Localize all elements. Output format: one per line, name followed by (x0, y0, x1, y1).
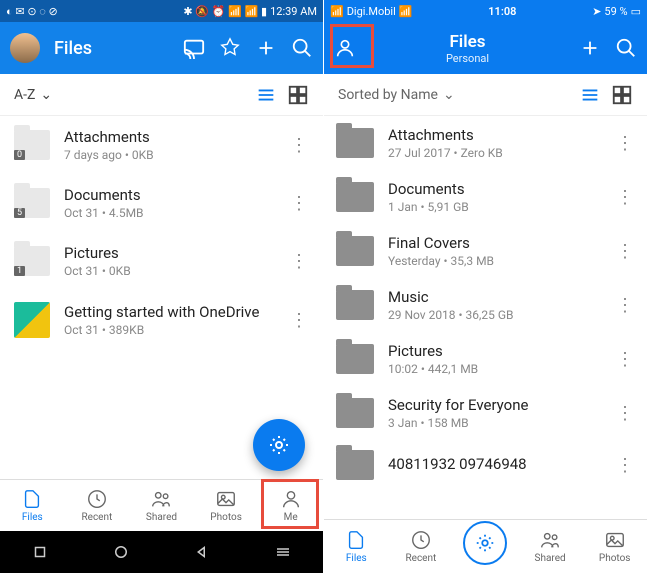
nav-back[interactable] (193, 543, 211, 561)
grid-view-icon[interactable] (287, 84, 309, 106)
folder-icon: 5 (14, 188, 50, 218)
tab-shared[interactable]: Shared (518, 520, 583, 573)
tab-bar: Files Recent Shared Photos (324, 519, 647, 573)
chevron-down-icon: ⌄ (443, 87, 455, 103)
list-item[interactable]: Pictures10:02 • 442,1 MB⋮ (324, 332, 647, 386)
tab-recent[interactable]: Recent (65, 480, 130, 531)
list-item[interactable]: Documents1 Jan • 5,91 GB⋮ (324, 170, 647, 224)
search-icon[interactable] (291, 37, 313, 59)
list-item[interactable]: Final CoversYesterday • 35,3 MB⋮ (324, 224, 647, 278)
sort-button[interactable]: Sorted by Name ⌄ (338, 87, 455, 103)
file-thumbnail (14, 302, 50, 338)
search-icon[interactable] (615, 37, 637, 59)
carrier: Digi.Mobil (347, 5, 396, 18)
folder-icon (336, 182, 374, 212)
scan-fab[interactable] (253, 419, 305, 471)
folder-icon (336, 398, 374, 428)
more-icon[interactable]: ⋮ (615, 403, 635, 424)
more-icon[interactable]: ⋮ (289, 193, 309, 214)
android-screen: ◐ ✉ ⊙ ◌ ⊘ ✱ 🔕 ⏰ 📶 📶 ▮ 12:39 AM Files A-Z… (0, 0, 324, 573)
folder-icon: 1 (14, 246, 50, 276)
list-item[interactable]: 0 Attachments7 days ago • 0KB ⋮ (0, 116, 323, 174)
list-item[interactable]: 5 DocumentsOct 31 • 4.5MB ⋮ (0, 174, 323, 232)
profile-icon[interactable] (334, 37, 356, 59)
battery-text: 59 % (604, 5, 627, 18)
folder-icon (336, 128, 374, 158)
status-time: 12:39 AM (270, 5, 317, 18)
list-item[interactable]: Security for Everyone3 Jan • 158 MB⋮ (324, 386, 647, 440)
android-navbar (0, 531, 323, 573)
tab-shared[interactable]: Shared (129, 480, 194, 531)
location-icon: ➤ (592, 5, 601, 18)
list-item[interactable]: Attachments27 Jul 2017 • Zero KB⋮ (324, 116, 647, 170)
page-title-stack: Files Personal (370, 32, 565, 65)
status-icons: ◐ ✉ ⊙ ◌ ⊘ (6, 5, 58, 18)
nav-recent[interactable] (31, 543, 49, 561)
status-bar: ◐ ✉ ⊙ ◌ ⊘ ✱ 🔕 ⏰ 📶 📶 ▮ 12:39 AM (0, 0, 323, 22)
list-item[interactable]: Getting started with OneDriveOct 31 • 38… (0, 290, 323, 350)
tab-recent[interactable]: Recent (389, 520, 454, 573)
more-icon[interactable]: ⋮ (289, 251, 309, 272)
more-icon[interactable]: ⋮ (615, 295, 635, 316)
folder-icon: 0 (14, 130, 50, 160)
cast-icon[interactable] (183, 37, 205, 59)
add-icon[interactable] (255, 37, 277, 59)
more-icon[interactable]: ⋮ (615, 455, 635, 476)
tab-bar: Files Recent Shared Photos Me (0, 479, 323, 531)
nav-home[interactable] (112, 543, 130, 561)
premium-icon[interactable] (219, 37, 241, 59)
app-header: Files Personal (324, 22, 647, 74)
sort-row: Sorted by Name ⌄ (324, 74, 647, 116)
grid-view-icon[interactable] (611, 84, 633, 106)
more-icon[interactable]: ⋮ (289, 135, 309, 156)
sort-row: A-Z ⌄ (0, 74, 323, 116)
sort-button[interactable]: A-Z ⌄ (14, 87, 52, 103)
ios-screen: 📶 Digi.Mobil 📶 11:08 ➤ 59 % ▭ Files Pers… (324, 0, 648, 573)
folder-icon (336, 236, 374, 266)
list-item[interactable]: Music29 Nov 2018 • 36,25 GB⋮ (324, 278, 647, 332)
more-icon[interactable]: ⋮ (289, 310, 309, 331)
add-icon[interactable] (579, 37, 601, 59)
signal-icon: 📶 (330, 5, 344, 18)
page-title: Files (54, 38, 169, 59)
list-item[interactable]: 1 PicturesOct 31 • 0KB ⋮ (0, 232, 323, 290)
status-bar: 📶 Digi.Mobil 📶 11:08 ➤ 59 % ▭ (324, 0, 647, 22)
status-icons: ✱ 🔕 ⏰ 📶 📶 ▮ (183, 5, 267, 18)
avatar[interactable] (10, 33, 40, 63)
tab-scan[interactable] (453, 520, 518, 573)
scan-fab-icon (463, 521, 507, 565)
list-view-icon[interactable] (579, 84, 601, 106)
battery-icon: ▭ (631, 5, 641, 18)
tab-photos[interactable]: Photos (582, 520, 647, 573)
file-list: Attachments27 Jul 2017 • Zero KB⋮ Docume… (324, 116, 647, 519)
folder-icon (336, 290, 374, 320)
more-icon[interactable]: ⋮ (615, 187, 635, 208)
more-icon[interactable]: ⋮ (615, 349, 635, 370)
tab-files[interactable]: Files (324, 520, 389, 573)
chevron-down-icon: ⌄ (40, 87, 52, 103)
tab-files[interactable]: Files (0, 480, 65, 531)
app-header: Files (0, 22, 323, 74)
more-icon[interactable]: ⋮ (615, 133, 635, 154)
folder-icon (336, 344, 374, 374)
folder-icon (336, 450, 374, 480)
list-item[interactable]: 40811932 09746948⋮ (324, 440, 647, 490)
more-icon[interactable]: ⋮ (615, 241, 635, 262)
tab-photos[interactable]: Photos (194, 480, 259, 531)
tab-me[interactable]: Me (258, 480, 323, 531)
list-view-icon[interactable] (255, 84, 277, 106)
nav-menu[interactable] (274, 543, 292, 561)
wifi-icon: 📶 (399, 5, 413, 18)
status-time: 11:08 (488, 5, 516, 18)
